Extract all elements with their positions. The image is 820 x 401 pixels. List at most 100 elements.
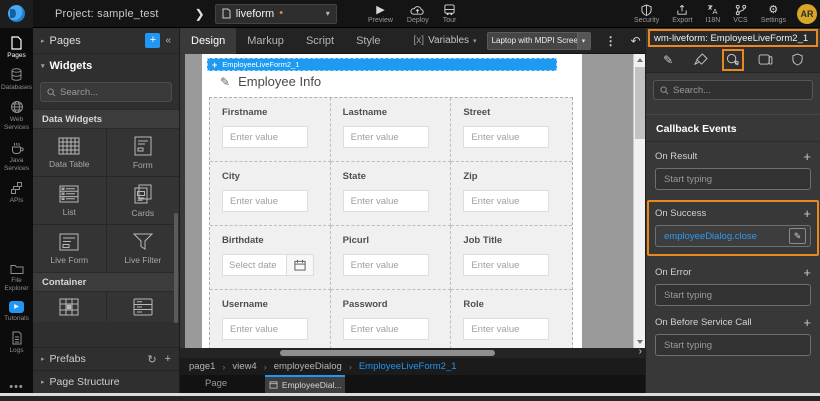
widget-cards[interactable]: Cards	[107, 177, 180, 224]
deploy-button[interactable]: Deploy	[407, 4, 429, 24]
pages-section-header[interactable]: ▸ Pages + «	[33, 28, 179, 54]
widget-list[interactable]: List	[33, 177, 106, 224]
employee-dialog-tab[interactable]: EmployeeDial...	[265, 375, 345, 393]
on-result-input[interactable]	[655, 168, 811, 190]
tab-events[interactable]	[722, 49, 744, 71]
hscrollbar-thumb[interactable]	[280, 350, 495, 356]
add-on-error-button[interactable]: +	[803, 266, 811, 279]
form-field-jobtitle[interactable]: Job Title	[451, 226, 572, 290]
form-field-birthdate[interactable]: Birthdate Select date	[210, 226, 331, 290]
properties-search[interactable]	[653, 80, 813, 100]
tour-button[interactable]: Tour	[443, 4, 457, 24]
state-input[interactable]	[343, 190, 429, 212]
rail-item-databases[interactable]: Databases	[0, 64, 33, 96]
widget-live-form[interactable]: Live Form	[33, 225, 106, 272]
tab-properties[interactable]: ✎	[657, 49, 679, 71]
rail-item-apis[interactable]: APIs	[0, 177, 33, 209]
username-input[interactable]	[222, 318, 308, 340]
add-prefab-button[interactable]: +	[165, 353, 171, 366]
canvas-page[interactable]: + EmployeeLiveForm2_1 ✎ Employee Info Fi…	[202, 54, 582, 348]
jobtitle-input[interactable]	[463, 254, 549, 276]
properties-search-input[interactable]	[673, 85, 806, 96]
add-on-result-button[interactable]: +	[803, 150, 811, 163]
calendar-button[interactable]	[286, 254, 314, 276]
preview-button[interactable]: ▶ Preview	[368, 4, 393, 24]
user-avatar[interactable]: AR	[797, 4, 817, 24]
canvas-horizontal-scrollbar[interactable]: ›	[180, 348, 645, 358]
more-options-button[interactable]: ⋮	[605, 35, 617, 47]
zip-input[interactable]	[463, 190, 549, 212]
form-field-password[interactable]: Password	[331, 290, 452, 348]
page-selector-dropdown[interactable]: liveform • ▾	[215, 4, 337, 24]
tab-script[interactable]: Script	[295, 28, 345, 54]
rail-item-tutorials[interactable]: ▶ Tutorials	[0, 297, 33, 327]
widget-search-input[interactable]	[60, 87, 165, 98]
scroll-up-arrow[interactable]	[634, 54, 645, 66]
add-on-before-service-call-button[interactable]: +	[803, 316, 811, 329]
form-field-username[interactable]: Username	[210, 290, 331, 348]
widget-layout-grid[interactable]	[33, 292, 106, 322]
page-structure-section-header[interactable]: ▸ Page Structure	[33, 370, 179, 393]
form-field-picurl[interactable]: Picurl	[331, 226, 452, 290]
tab-style[interactable]: Style	[345, 28, 391, 54]
password-input[interactable]	[343, 318, 429, 340]
city-input[interactable]	[222, 190, 308, 212]
widget-live-filter[interactable]: Live Filter	[107, 225, 180, 272]
form-field-city[interactable]: City	[210, 162, 331, 226]
canvas-left-divider[interactable]	[180, 54, 185, 348]
firstname-input[interactable]	[222, 126, 308, 148]
refresh-prefabs-button[interactable]: ↻	[147, 353, 156, 366]
picurl-input[interactable]	[343, 254, 429, 276]
on-success-value[interactable]: employeeDialog.close ✎	[655, 225, 811, 247]
form-field-lastname[interactable]: Lastname	[331, 98, 452, 162]
form-field-role[interactable]: Role	[451, 290, 572, 348]
tab-device[interactable]	[754, 49, 776, 71]
rail-more-button[interactable]: •••	[9, 381, 24, 393]
tab-markup[interactable]: Markup	[236, 28, 295, 54]
rail-item-logs[interactable]: Logs	[0, 327, 33, 359]
breadcrumb-page1[interactable]: page1	[189, 361, 215, 372]
tab-security[interactable]	[787, 49, 809, 71]
rail-item-pages[interactable]: Pages	[0, 32, 33, 64]
rail-item-java-services[interactable]: Java Services	[0, 137, 33, 177]
widget-container[interactable]	[107, 292, 180, 322]
settings-button[interactable]: ⚙ Settings	[761, 4, 786, 24]
tab-design[interactable]: Design	[180, 28, 236, 54]
lastname-input[interactable]	[343, 126, 429, 148]
breadcrumb-employeedialog[interactable]: employeeDialog	[274, 361, 342, 372]
role-input[interactable]	[463, 318, 549, 340]
page-tab[interactable]: Page	[205, 375, 227, 393]
widget-data-table[interactable]: Data Table	[33, 129, 106, 176]
canvas-vertical-scrollbar[interactable]	[633, 54, 645, 348]
on-error-input[interactable]	[655, 284, 811, 306]
selected-widget-bar[interactable]: + EmployeeLiveForm2_1	[207, 58, 557, 71]
scroll-right-arrow[interactable]: ›	[639, 346, 642, 357]
export-button[interactable]: Export	[672, 4, 692, 24]
widgets-section-header[interactable]: ▾ Widgets	[33, 54, 179, 78]
rail-item-web-services[interactable]: Web Services	[0, 96, 33, 136]
app-logo[interactable]	[0, 0, 33, 28]
i18n-button[interactable]: A I18N	[706, 4, 721, 24]
street-input[interactable]	[463, 126, 549, 148]
prefabs-section-header[interactable]: ▸ Prefabs ↻ +	[33, 347, 179, 370]
widget-search[interactable]	[40, 82, 172, 102]
birthdate-input[interactable]: Select date	[222, 254, 286, 276]
panel-scrollbar[interactable]	[174, 213, 178, 323]
scrollbar-thumb[interactable]	[635, 67, 645, 139]
edit-handler-button[interactable]: ✎	[789, 228, 806, 244]
collapse-panel-button[interactable]: «	[165, 35, 171, 46]
add-on-success-button[interactable]: +	[803, 207, 811, 220]
breadcrumb-view4[interactable]: view4	[232, 361, 256, 372]
widget-form[interactable]: Form	[107, 129, 180, 176]
add-page-button[interactable]: +	[145, 33, 160, 48]
variables-dropdown[interactable]: [x] Variables ▾	[414, 35, 477, 46]
form-field-state[interactable]: State	[331, 162, 452, 226]
form-field-firstname[interactable]: Firstname	[210, 98, 331, 162]
device-selector[interactable]: Laptop with MDPI Screen ▾	[487, 32, 591, 50]
security-button[interactable]: Security	[634, 4, 659, 24]
rail-item-file-explorer[interactable]: File Explorer	[0, 259, 33, 297]
form-field-street[interactable]: Street	[451, 98, 572, 162]
form-field-zip[interactable]: Zip	[451, 162, 572, 226]
vcs-button[interactable]: VCS	[733, 4, 747, 24]
tab-styles[interactable]	[690, 49, 712, 71]
